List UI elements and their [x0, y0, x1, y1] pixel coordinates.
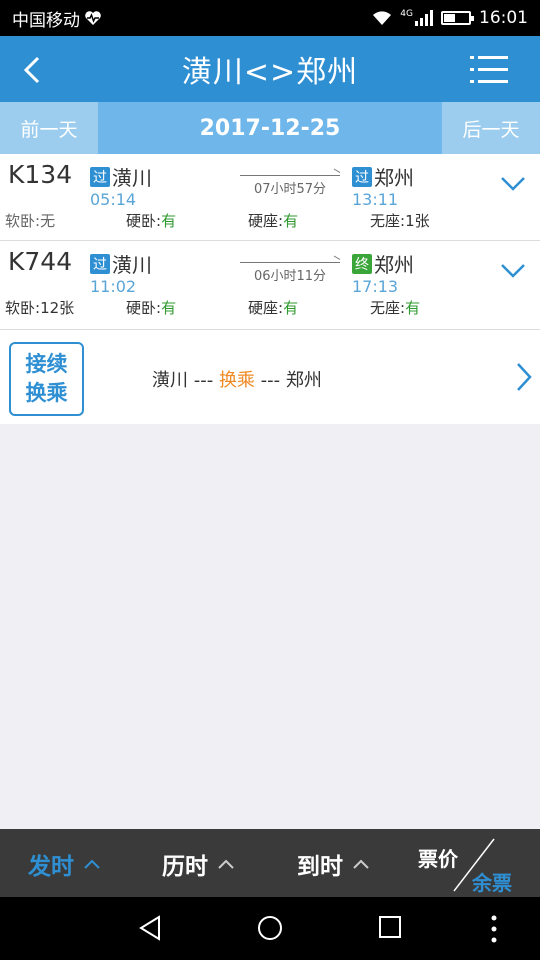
to-station-name: 郑州: [374, 166, 414, 190]
carrier-name: 中国移动: [12, 10, 80, 31]
seat-hard-sleeper: 硬卧:有: [126, 299, 177, 317]
page-title: 潢川<>郑州: [181, 55, 359, 90]
train-row[interactable]: K744 过 潢川 11:02 06小时11分 终 郑州 17:13 软卧:12…: [0, 241, 540, 330]
pass-badge: 过: [90, 166, 110, 187]
from-station-name: 潢川: [112, 166, 152, 190]
home-circle-icon[interactable]: [257, 915, 283, 941]
seat-standing: 无座:1张: [370, 212, 430, 230]
chevron-left-icon: [23, 56, 40, 84]
seat-soft-sleeper: 软卧:12张: [5, 299, 75, 317]
caret-up-icon: [218, 859, 234, 869]
duration-label: 06小时11分: [253, 269, 327, 284]
date-bar: 前一天 2017-12-25 后一天: [0, 102, 540, 154]
sort-depart-button[interactable]: 发时: [28, 847, 100, 881]
route-sep: ---: [254, 370, 286, 391]
clock: 16:01: [479, 8, 528, 28]
more-vertical-icon[interactable]: [490, 915, 498, 943]
to-station: 终 郑州: [352, 249, 414, 278]
recents-square-icon[interactable]: [378, 915, 402, 939]
arrow-line: [240, 262, 340, 263]
battery-icon: [441, 11, 474, 25]
chevron-down-icon[interactable]: [500, 176, 526, 192]
train-number: K744: [8, 247, 73, 276]
sort-depart-label: 发时: [28, 854, 74, 880]
duration: 07小时57分: [240, 172, 340, 197]
header: 潢川<>郑州: [0, 36, 540, 102]
train-number: K134: [8, 160, 73, 189]
depart-time: 11:02: [90, 277, 137, 296]
chevron-down-icon[interactable]: [500, 263, 526, 279]
prev-day-button[interactable]: 前一天: [0, 102, 98, 154]
transfer-button-line2: 换乘: [25, 381, 68, 405]
sort-arrive-label: 到时: [297, 854, 343, 880]
system-nav-bar: [0, 897, 540, 960]
arrow-line: [240, 175, 340, 176]
train-list: K134 过 潢川 05:14 07小时57分 过 郑州 13:11 软卧:无 …: [0, 154, 540, 330]
transfer-mid: 换乘: [218, 370, 255, 391]
list-menu-icon: [470, 56, 508, 83]
back-triangle-icon[interactable]: [138, 915, 162, 941]
route-sep: ---: [188, 370, 219, 391]
sort-bar: 发时 历时 到时 票价 余票: [0, 829, 540, 897]
seat-standing: 无座:有: [370, 299, 421, 317]
caret-up-icon: [84, 859, 100, 869]
duration: 06小时11分: [240, 259, 340, 284]
transfer-to: 郑州: [285, 370, 322, 391]
pass-badge: 过: [90, 253, 110, 274]
wifi-icon: [373, 11, 392, 25]
caret-up-icon: [353, 859, 369, 869]
chevron-right-icon[interactable]: [516, 362, 532, 392]
from-station: 过 潢川: [90, 249, 152, 278]
from-station: 过 潢川: [90, 162, 152, 191]
current-date[interactable]: 2017-12-25: [98, 116, 442, 141]
next-day-button[interactable]: 后一天: [442, 102, 540, 154]
terminal-badge: 终: [352, 253, 372, 274]
arrive-time: 13:11: [352, 190, 399, 209]
from-station-name: 潢川: [112, 253, 152, 277]
transfer-button-line1: 接续: [25, 352, 68, 376]
carrier: 中国移动: [12, 6, 102, 31]
to-station-name: 郑州: [374, 253, 414, 277]
status-bar: 中国移动 4G 16:01: [0, 0, 540, 36]
menu-button[interactable]: [470, 54, 510, 86]
seat-hard-seat: 硬座:有: [248, 299, 299, 317]
sort-remain-label: 余票: [472, 871, 512, 895]
seat-soft-sleeper: 软卧:无: [5, 212, 56, 230]
transfer-row[interactable]: 接续 换乘 潢川 --- 换乘 --- 郑州: [0, 330, 540, 424]
transfer-button[interactable]: 接续 换乘: [9, 342, 84, 416]
signal-icon: [415, 10, 433, 26]
network-type: 4G: [400, 9, 413, 19]
sort-duration-label: 历时: [162, 854, 208, 880]
back-button[interactable]: [14, 50, 50, 90]
transfer-from: 潢川: [152, 370, 188, 391]
sort-duration-button[interactable]: 历时: [162, 847, 234, 881]
train-row[interactable]: K134 过 潢川 05:14 07小时57分 过 郑州 13:11 软卧:无 …: [0, 154, 540, 241]
to-station: 过 郑州: [352, 162, 414, 191]
pass-badge: 过: [352, 166, 372, 187]
heart-pulse-icon: [85, 11, 101, 25]
seat-hard-seat: 硬座:有: [248, 212, 299, 230]
sort-arrive-button[interactable]: 到时: [297, 847, 369, 881]
arrive-time: 17:13: [352, 277, 399, 296]
transfer-route: 潢川 --- 换乘 --- 郑州: [152, 366, 322, 392]
seat-hard-sleeper: 硬卧:有: [126, 212, 177, 230]
duration-label: 07小时57分: [253, 182, 327, 197]
depart-time: 05:14: [90, 190, 137, 209]
